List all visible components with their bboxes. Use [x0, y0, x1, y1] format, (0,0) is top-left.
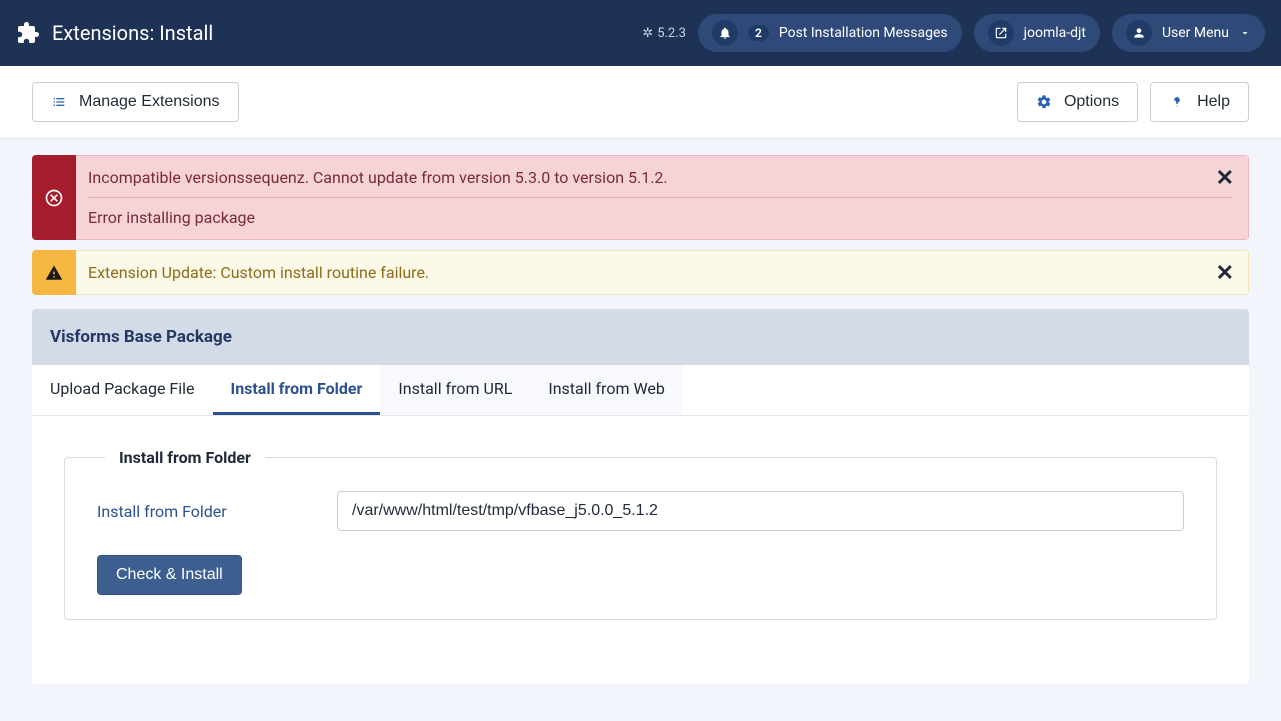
- user-menu-label: User Menu: [1162, 25, 1229, 41]
- help-icon: [1169, 94, 1185, 110]
- page-title-wrap: Extensions: Install: [16, 21, 213, 45]
- help-label: Help: [1197, 93, 1230, 111]
- options-button[interactable]: Options: [1017, 82, 1138, 122]
- tab-folder[interactable]: Install from Folder: [213, 365, 381, 415]
- external-link-icon: [988, 20, 1014, 46]
- user-icon: [1126, 20, 1152, 46]
- post-install-messages-button[interactable]: 2 Post Installation Messages: [698, 14, 962, 52]
- panel-title: Visforms Base Package: [32, 309, 1249, 365]
- check-install-button[interactable]: Check & Install: [97, 555, 242, 595]
- site-link-button[interactable]: joomla-djt: [974, 14, 1100, 52]
- page-title: Extensions: Install: [52, 21, 213, 45]
- content-area: ✕ Incompatible versionssequenz. Cannot u…: [0, 139, 1281, 700]
- joomla-icon: ✲: [642, 26, 653, 41]
- user-menu-button[interactable]: User Menu: [1112, 14, 1265, 52]
- install-fieldset: Install from Folder Install from Folder …: [64, 448, 1217, 620]
- warning-alert: ✕ Extension Update: Custom install routi…: [32, 250, 1249, 295]
- error-message-1: Incompatible versionssequenz. Cannot upd…: [88, 168, 1232, 187]
- list-icon: [51, 94, 67, 110]
- warning-message: Extension Update: Custom install routine…: [88, 263, 1232, 282]
- close-icon[interactable]: ✕: [1216, 166, 1234, 191]
- version-indicator: ✲ 5.2.3: [642, 26, 686, 41]
- gear-icon: [1036, 94, 1052, 110]
- toolbar: Manage Extensions Options Help: [0, 66, 1281, 139]
- error-message-2: Error installing package: [88, 208, 1232, 227]
- help-button[interactable]: Help: [1150, 82, 1249, 122]
- version-text: 5.2.3: [657, 26, 686, 41]
- error-icon: [32, 155, 76, 240]
- folder-input[interactable]: [337, 491, 1184, 531]
- notification-count: 2: [748, 25, 769, 41]
- folder-input-label: Install from Folder: [97, 502, 317, 521]
- close-icon[interactable]: ✕: [1216, 261, 1234, 286]
- fieldset-legend: Install from Folder: [105, 448, 265, 467]
- topbar: Extensions: Install ✲ 5.2.3 2 Post Insta…: [0, 0, 1281, 66]
- chevron-down-icon: [1239, 27, 1251, 39]
- warning-icon: [32, 250, 76, 295]
- post-install-label: Post Installation Messages: [779, 25, 948, 41]
- manage-extensions-button[interactable]: Manage Extensions: [32, 82, 239, 122]
- bell-icon: [712, 20, 738, 46]
- options-label: Options: [1064, 93, 1119, 111]
- error-alert: ✕ Incompatible versionssequenz. Cannot u…: [32, 155, 1249, 240]
- tab-upload[interactable]: Upload Package File: [32, 365, 213, 415]
- tab-url[interactable]: Install from URL: [380, 365, 530, 415]
- manage-extensions-label: Manage Extensions: [79, 93, 220, 111]
- tabs: Upload Package File Install from Folder …: [32, 365, 1249, 416]
- tab-web[interactable]: Install from Web: [530, 365, 683, 415]
- site-link-label: joomla-djt: [1024, 25, 1086, 41]
- tab-content: Install from Folder Install from Folder …: [32, 416, 1249, 652]
- panel-body: Upload Package File Install from Folder …: [32, 365, 1249, 684]
- puzzle-icon: [16, 21, 40, 45]
